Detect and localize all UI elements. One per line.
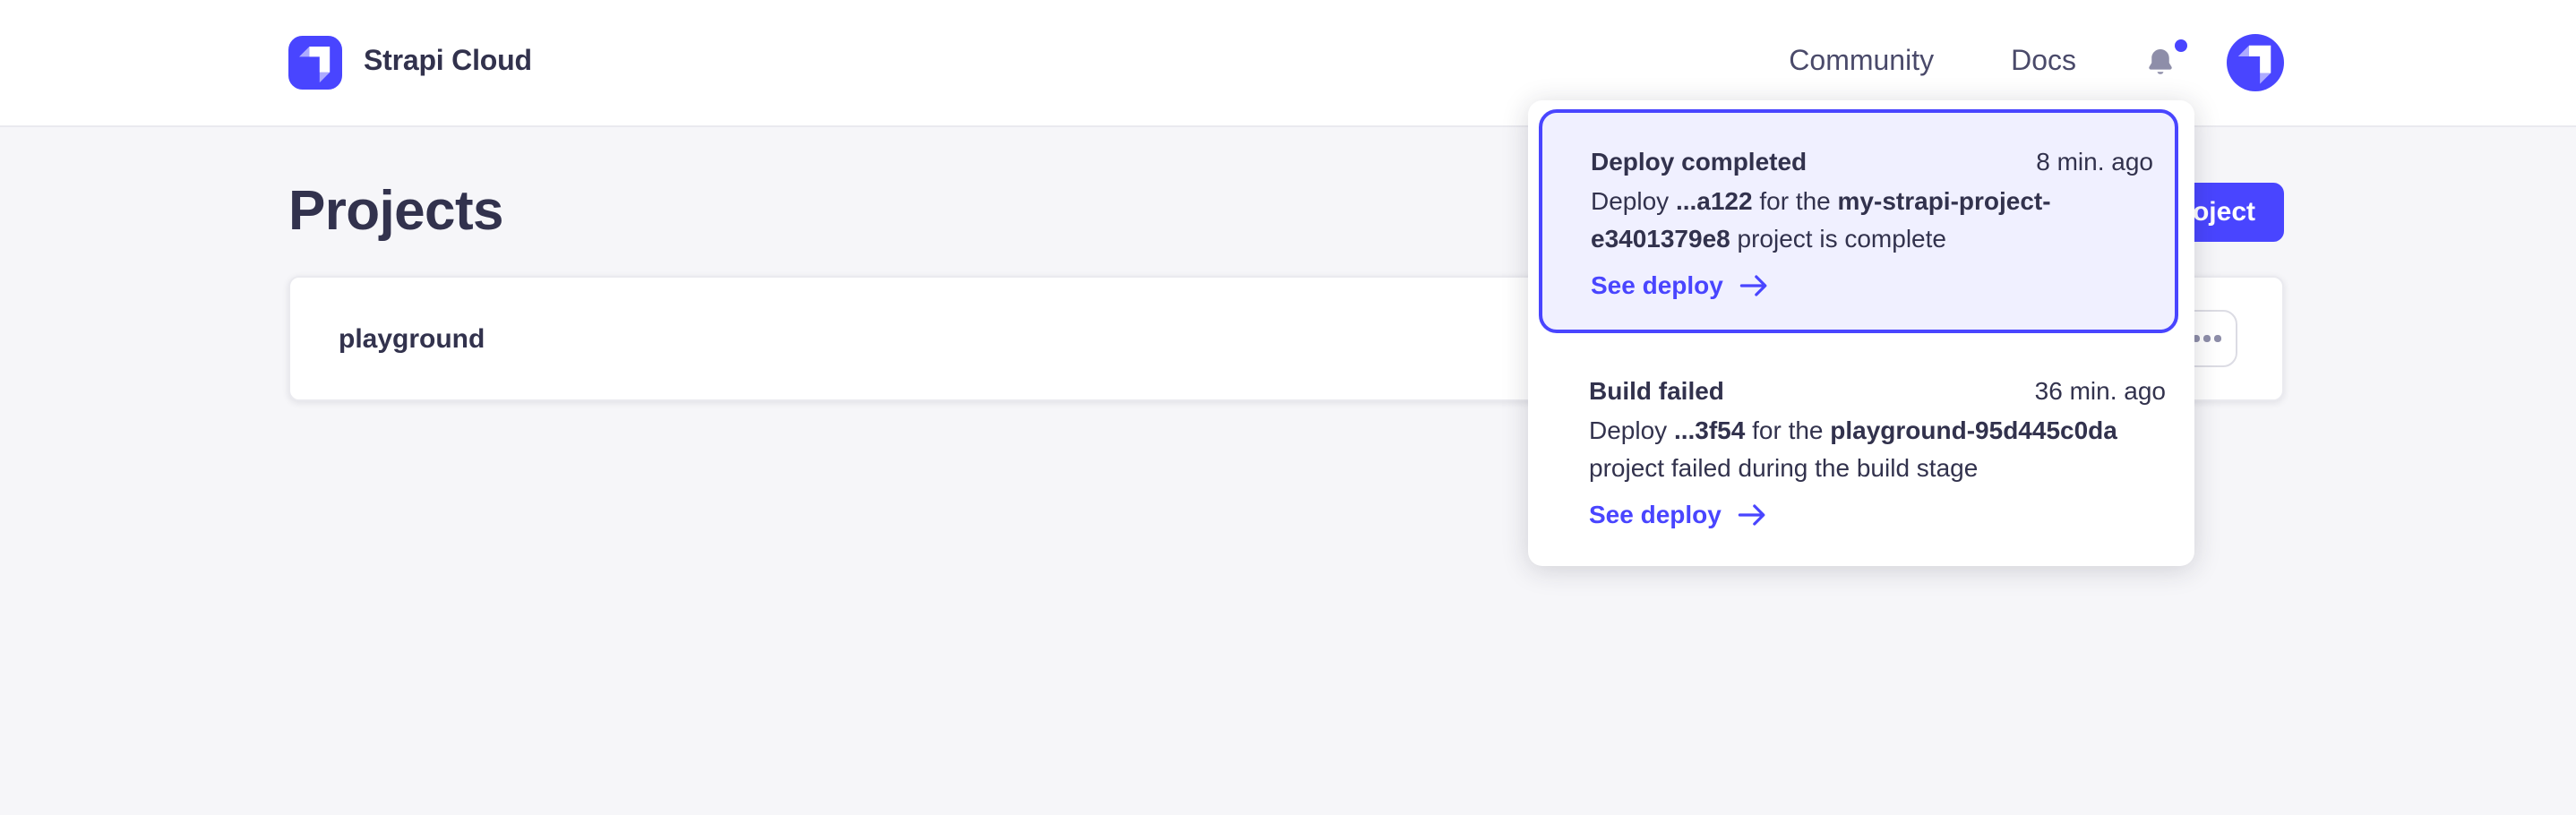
notification-title-row: Deploy completed 8 min. ago — [1591, 142, 2153, 181]
message-highlight: playground-95d445c0da — [1830, 416, 2117, 444]
message-text: project failed during the build stage — [1589, 453, 1978, 482]
brand-link[interactable]: Strapi Cloud — [288, 36, 532, 90]
notification-title: Deploy completed — [1591, 142, 1807, 181]
notification-message: Deploy ...a122 for the my-strapi-project… — [1591, 183, 2153, 258]
see-deploy-link[interactable]: See deploy — [1591, 267, 2153, 305]
notification-time: 36 min. ago — [2035, 371, 2166, 410]
user-avatar-button[interactable] — [2227, 34, 2284, 91]
message-highlight: ...a122 — [1676, 186, 1753, 215]
see-deploy-label: See deploy — [1591, 267, 1723, 305]
see-deploy-link[interactable]: See deploy — [1589, 496, 2166, 534]
notification-item-deploy-completed[interactable]: Deploy completed 8 min. ago Deploy ...a1… — [1539, 109, 2178, 333]
page-title: Projects — [288, 179, 503, 244]
message-highlight: ...3f54 — [1674, 416, 1745, 444]
app-root: Strapi Cloud Community Docs — [0, 0, 2576, 815]
strapi-avatar-icon — [2227, 34, 2284, 97]
message-text: Deploy — [1591, 186, 1676, 215]
notifications-bell-button[interactable] — [2144, 45, 2177, 81]
more-icon — [2194, 336, 2221, 342]
top-nav: Community Docs — [1789, 34, 2284, 91]
notification-dot — [2175, 39, 2187, 52]
see-deploy-label: See deploy — [1589, 496, 1722, 534]
message-text: for the — [1753, 186, 1838, 215]
message-text: for the — [1745, 416, 1830, 444]
notification-title: Build failed — [1589, 371, 1724, 410]
arrow-right-icon — [1738, 503, 1766, 527]
notifications-dropdown: Deploy completed 8 min. ago Deploy ...a1… — [1528, 100, 2194, 566]
project-name: playground — [339, 323, 485, 354]
notification-time: 8 min. ago — [2036, 142, 2153, 181]
nav-link-community[interactable]: Community — [1789, 47, 1934, 79]
nav-link-docs[interactable]: Docs — [2011, 47, 2076, 79]
strapi-logo-icon — [288, 36, 342, 90]
notification-title-row: Build failed 36 min. ago — [1589, 371, 2166, 410]
notification-item-build-failed[interactable]: Build failed 36 min. ago Deploy ...3f54 … — [1528, 333, 2194, 562]
arrow-right-icon — [1739, 274, 1768, 297]
message-text: project is complete — [1730, 224, 1946, 253]
message-text: Deploy — [1589, 416, 1674, 444]
brand-name: Strapi Cloud — [364, 47, 532, 79]
notification-message: Deploy ...3f54 for the playground-95d445… — [1589, 412, 2166, 487]
bell-icon — [2144, 45, 2177, 81]
